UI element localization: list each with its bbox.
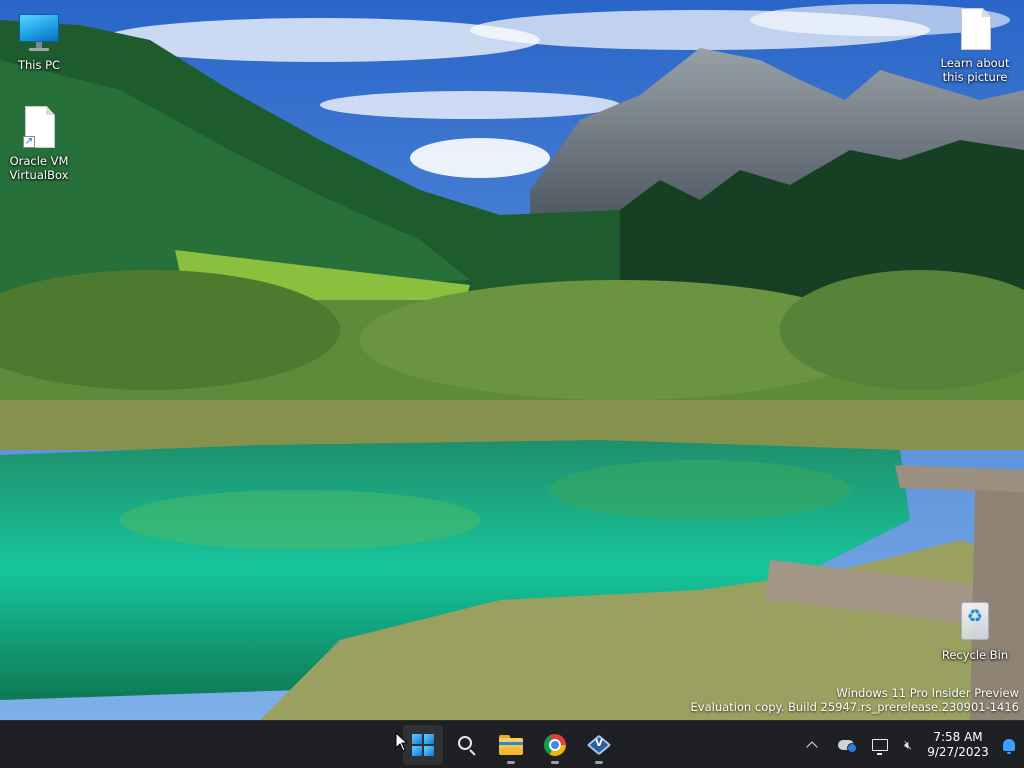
taskbar-apps: V — [403, 725, 619, 765]
volume-muted-icon: 🔇︎ — [904, 737, 912, 752]
search-button[interactable] — [447, 725, 487, 765]
desktop-icon-oracle-vm-virtualbox[interactable]: ↗ Oracle VM VirtualBox — [1, 106, 77, 182]
watermark-edition: Windows 11 Pro Insider Preview — [836, 686, 1019, 700]
folder-icon — [499, 735, 523, 755]
windows-logo-icon — [412, 734, 434, 756]
watermark-build: Evaluation copy. Build 25947.rs_prerelea… — [690, 700, 1019, 714]
virtualbox-icon: V — [586, 734, 612, 756]
file-icon — [953, 8, 997, 52]
search-icon — [457, 735, 477, 756]
mouse-pointer-icon — [395, 732, 407, 752]
notifications-button[interactable] — [994, 731, 1024, 759]
desktop-icon-label: Oracle VM VirtualBox — [9, 154, 69, 182]
running-indicator — [551, 761, 559, 764]
virtualbox-button[interactable]: V — [579, 725, 619, 765]
start-button[interactable] — [403, 725, 443, 765]
wallpaper-landscape — [0, 0, 1024, 720]
network-icon — [872, 739, 888, 755]
desktop-icon-learn-about-this-picture[interactable]: Learn about this picture — [937, 8, 1013, 84]
chrome-icon — [544, 734, 566, 756]
desktop-icon-this-pc[interactable]: This PC — [1, 10, 77, 72]
desktop-icon-label: Learn about this picture — [940, 56, 1010, 84]
taskbar: V 🔇︎ 7:58 AM 9/27/2023 — [0, 720, 1024, 768]
show-hidden-icons-button[interactable] — [798, 731, 826, 759]
cloud-icon — [838, 740, 857, 753]
desktop-icon-recycle-bin[interactable]: ♻ Recycle Bin — [937, 600, 1013, 662]
chevron-up-icon — [806, 741, 818, 753]
network-button[interactable] — [866, 731, 894, 759]
desktop-wallpaper — [0, 0, 1024, 720]
running-indicator — [595, 761, 603, 764]
shortcut-file-icon: ↗ — [17, 106, 61, 150]
desktop-icon-label: Recycle Bin — [941, 648, 1009, 662]
file-explorer-button[interactable] — [491, 725, 531, 765]
clock-time: 7:58 AM — [933, 730, 983, 744]
clock-button[interactable]: 7:58 AM 9/27/2023 — [922, 730, 994, 760]
volume-button[interactable]: 🔇︎ — [894, 731, 922, 759]
bell-icon — [1003, 739, 1015, 754]
computer-icon — [17, 10, 61, 54]
recycle-bin-icon: ♻ — [953, 600, 997, 644]
running-indicator — [507, 761, 515, 764]
chrome-button[interactable] — [535, 725, 575, 765]
system-tray: 🔇︎ 7:58 AM 9/27/2023 — [798, 721, 1024, 768]
clock-date: 9/27/2023 — [927, 745, 989, 759]
onedrive-button[interactable] — [832, 731, 860, 759]
desktop-icon-label: This PC — [17, 58, 61, 72]
windows-evaluation-watermark: Windows 11 Pro Insider Preview Evaluatio… — [691, 686, 1019, 714]
